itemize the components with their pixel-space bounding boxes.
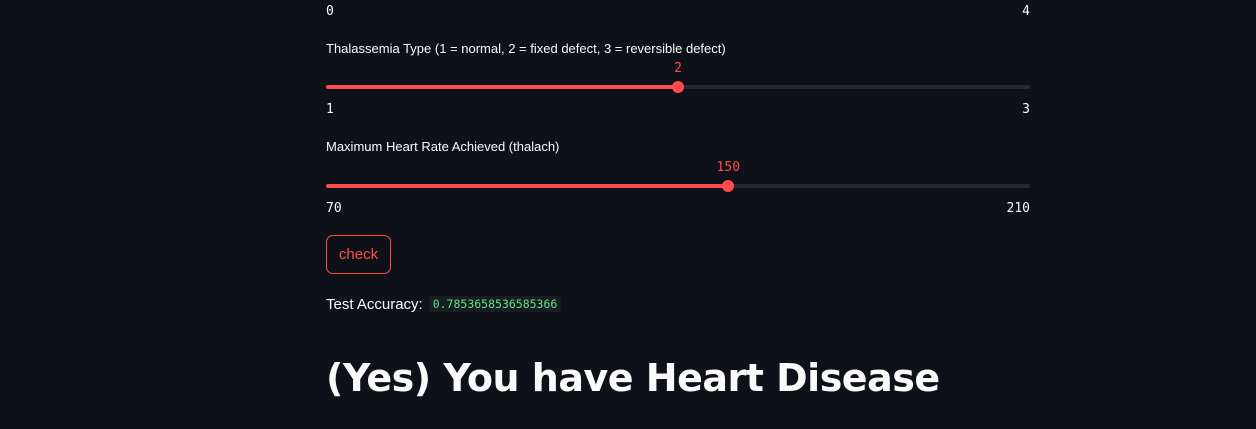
result-heading: (Yes) You have Heart Disease [326,356,940,400]
max-heart-rate-slider-min-label: 70 [326,201,342,216]
app-page: 0 4 Thalassemia Type (1 = normal, 2 = fi… [0,0,1256,429]
thalassemia-slider[interactable]: 2 [326,61,1030,93]
previous-slider-min-label: 0 [326,4,334,19]
max-heart-rate-slider-max-label: 210 [1006,201,1030,216]
max-heart-rate-slider-label: Maximum Heart Rate Achieved (thalach) [326,139,560,154]
max-heart-rate-slider-thumb[interactable] [722,180,735,192]
thalassemia-slider-value: 2 [674,61,682,76]
accuracy-value: 0.7853658536585366 [428,296,562,312]
thalassemia-slider-max-label: 3 [1022,102,1030,117]
accuracy-row: Test Accuracy: 0.7853658536585366 [326,294,562,314]
max-heart-rate-slider-value: 150 [716,160,741,175]
check-button[interactable]: check [326,235,391,274]
max-heart-rate-slider[interactable]: 150 [326,160,1030,192]
thalassemia-slider-fill [326,85,678,89]
accuracy-label: Test Accuracy: [326,295,423,313]
previous-slider-max-label: 4 [1022,4,1030,19]
max-heart-rate-slider-fill [326,184,729,188]
thalassemia-slider-label: Thalassemia Type (1 = normal, 2 = fixed … [326,41,726,56]
thalassemia-slider-min-label: 1 [326,102,334,117]
thalassemia-slider-thumb[interactable] [672,81,684,93]
